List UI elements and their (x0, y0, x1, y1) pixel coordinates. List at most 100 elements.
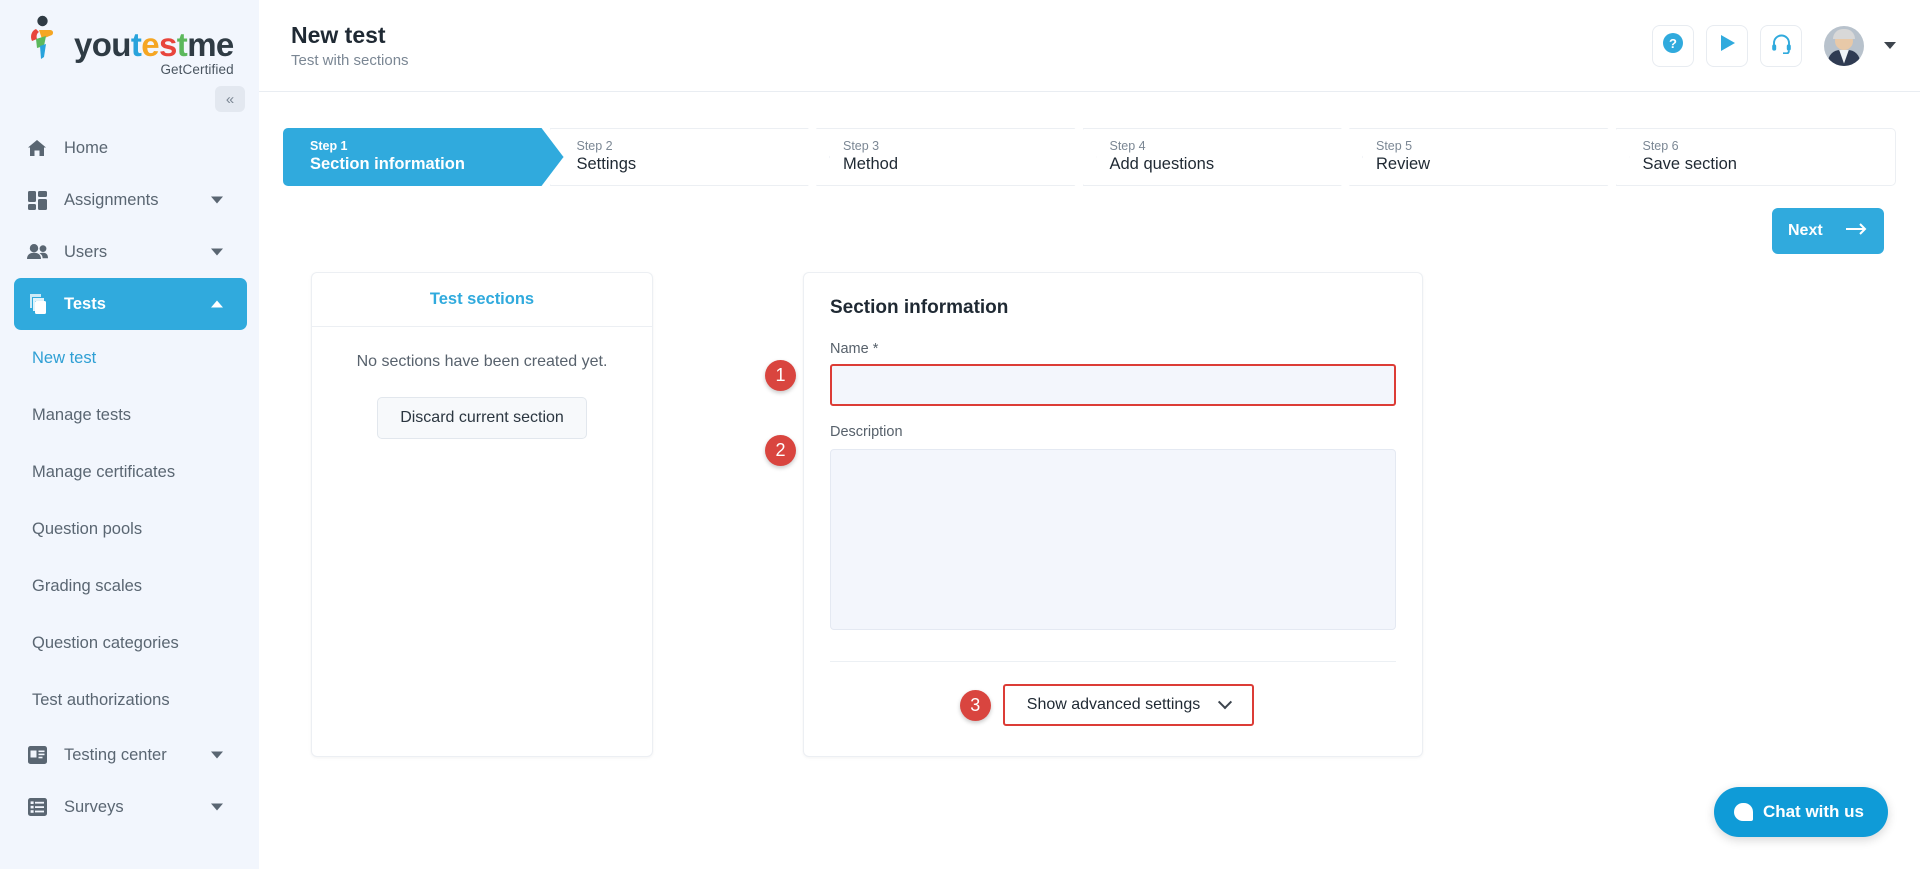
sidebar-subitem-test-authorizations[interactable]: Test authorizations (0, 672, 259, 729)
next-button-label: Next (1788, 222, 1823, 239)
app-root: youtestme GetCertified « Home Assignment… (0, 0, 1920, 869)
page-subtitle: Test with sections (291, 52, 409, 70)
brand-name: youtestme (74, 26, 234, 63)
top-bar-actions: ? (1652, 24, 1896, 67)
wizard-step-5[interactable]: Step 5 Review (1349, 128, 1630, 186)
sidebar-item-label: Home (64, 138, 109, 157)
surveys-icon (26, 796, 48, 818)
question-mark-icon: ? (1662, 32, 1684, 59)
step-label: Method (843, 155, 899, 174)
wizard-actions: Next (283, 208, 1896, 254)
chat-bubble-icon (1733, 803, 1753, 821)
page-content: Step 1 Section information Step 2 Settin… (259, 92, 1920, 869)
step-label: Add questions (1109, 155, 1215, 174)
description-textarea[interactable] (830, 449, 1396, 630)
sidebar-item-testing-center[interactable]: Testing center (0, 729, 259, 781)
sidebar-item-tests[interactable]: Tests (14, 278, 247, 330)
wizard-step-3[interactable]: Step 3 Method (816, 128, 1097, 186)
chevron-down-icon (211, 751, 223, 759)
chevron-down-icon (211, 196, 223, 204)
tests-icon (26, 293, 48, 315)
step-label: Section information (310, 155, 465, 174)
show-advanced-settings-button[interactable]: Show advanced settings (1002, 684, 1255, 726)
chevron-down-icon (1218, 695, 1233, 710)
show-advanced-settings-label: Show advanced settings (1026, 696, 1201, 713)
main-area: New test Test with sections ? Step 1 Sec… (259, 0, 1920, 869)
description-label: Description (830, 424, 903, 440)
users-icon (26, 241, 48, 263)
sidebar-item-home[interactable]: Home (0, 122, 259, 174)
play-tutorial-button[interactable] (1706, 24, 1748, 67)
sidebar: youtestme GetCertified « Home Assignment… (0, 0, 259, 869)
next-button[interactable]: Next (1772, 208, 1884, 254)
page-heading: New test Test with sections (291, 22, 409, 69)
sidebar-collapse-icon[interactable]: « (215, 86, 245, 112)
support-button[interactable] (1760, 24, 1802, 67)
chat-with-us-label: Chat with us (1762, 802, 1864, 821)
sidebar-item-users[interactable]: Users (0, 226, 259, 278)
chevron-down-icon (211, 248, 223, 256)
name-label: Name * (830, 341, 879, 357)
sidebar-item-surveys[interactable]: Surveys (0, 781, 259, 833)
sidebar-subitem-new-test[interactable]: New test (0, 330, 259, 387)
card-divider (830, 661, 1396, 662)
testing-center-icon (26, 744, 48, 766)
sidebar-item-label: Surveys (64, 797, 124, 816)
sidebar-item-label: Assignments (64, 190, 159, 209)
sidebar-item-assignments[interactable]: Assignments (0, 174, 259, 226)
chevron-down-icon (211, 803, 223, 811)
wizard-step-6[interactable]: Step 6 Save section (1615, 128, 1896, 186)
annotation-badge-2: 2 (765, 435, 796, 466)
home-icon (26, 137, 48, 159)
sidebar-subitem-question-categories[interactable]: Question categories (0, 615, 259, 672)
annotation-badge-1: 1 (765, 360, 796, 391)
name-input[interactable] (830, 364, 1396, 406)
discard-current-section-button[interactable]: Discard current section (377, 397, 587, 439)
help-button[interactable]: ? (1652, 24, 1694, 67)
avatar[interactable] (1824, 25, 1864, 66)
page-title: New test (291, 21, 386, 48)
step-label: Review (1376, 155, 1431, 174)
step-label: Settings (576, 155, 637, 174)
step-number: Step 6 (1642, 139, 1679, 154)
wizard-step-4[interactable]: Step 4 Add questions (1083, 128, 1364, 186)
advanced-settings-row: 3 Show advanced settings (830, 684, 1396, 726)
panels-row: Test sections No sections have been crea… (283, 272, 1896, 757)
chevron-up-icon (211, 300, 223, 308)
brand-logo[interactable]: youtestme GetCertified (0, 0, 259, 92)
youtestme-logo-icon (26, 15, 66, 61)
wizard-stepper: Step 1 Section information Step 2 Settin… (283, 128, 1896, 186)
step-number: Step 3 (843, 139, 880, 154)
step-number: Step 4 (1109, 139, 1146, 154)
wizard-step-1[interactable]: Step 1 Section information (283, 128, 564, 186)
sidebar-item-label: Testing center (64, 745, 167, 764)
section-information-title: Section information (830, 297, 1009, 318)
section-information-card: Section information 1 2 Name * Descripti… (765, 272, 1423, 757)
annotation-badge-3: 3 (959, 690, 991, 721)
sidebar-item-label: Users (64, 242, 108, 261)
top-bar: New test Test with sections ? (259, 0, 1920, 92)
sidebar-subitem-grading-scales[interactable]: Grading scales (0, 558, 259, 615)
step-number: Step 2 (576, 139, 613, 154)
assignments-icon (26, 189, 48, 211)
chat-with-us-button[interactable]: Chat with us (1713, 787, 1888, 837)
sidebar-nav: Home Assignments Users Tests New test Ma… (0, 122, 259, 833)
avatar-chevron-down-icon[interactable] (1884, 42, 1896, 49)
sidebar-item-label: Tests (64, 294, 106, 313)
step-number: Step 5 (1376, 139, 1413, 154)
test-sections-title: Test sections (312, 273, 652, 327)
sidebar-subitem-manage-certificates[interactable]: Manage certificates (0, 444, 259, 501)
test-sections-card: Test sections No sections have been crea… (311, 272, 653, 757)
brand-tagline: GetCertified (160, 62, 234, 77)
svg-text:?: ? (1669, 36, 1677, 51)
test-sections-body: No sections have been created yet. Disca… (312, 327, 652, 469)
sidebar-subitem-manage-tests[interactable]: Manage tests (0, 387, 259, 444)
sidebar-subitem-question-pools[interactable]: Question pools (0, 501, 259, 558)
wizard-step-2[interactable]: Step 2 Settings (550, 128, 831, 186)
step-label: Save section (1642, 155, 1737, 174)
play-icon (1717, 33, 1737, 58)
test-sections-empty-text: No sections have been created yet. (356, 353, 608, 370)
headset-icon (1771, 33, 1792, 59)
arrow-right-icon (1846, 222, 1868, 241)
step-number: Step 1 (310, 139, 348, 154)
